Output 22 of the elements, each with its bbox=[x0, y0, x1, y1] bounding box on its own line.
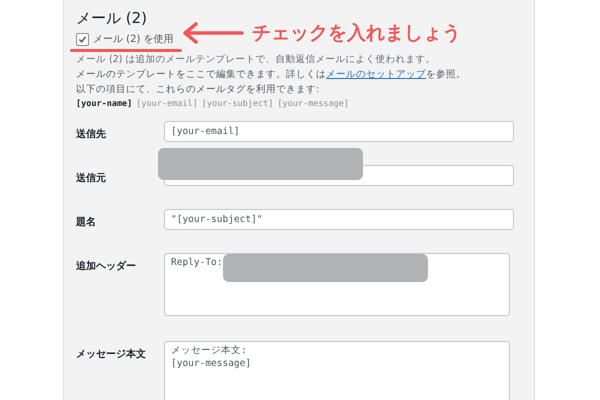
mail-tag: [your-subject] bbox=[202, 99, 274, 109]
arrow-icon bbox=[182, 22, 244, 44]
setup-link[interactable]: メールのセットアップ bbox=[326, 67, 426, 82]
field-label: メッセージ本文 bbox=[76, 348, 147, 361]
field-label: 送信先 bbox=[76, 128, 107, 141]
mail-tag: [your-message] bbox=[277, 99, 350, 109]
help-text: を参照。 bbox=[426, 68, 466, 82]
checkbox-label: メール (2) を使用 bbox=[93, 33, 174, 47]
description-text: メール (2) は追加のメールテンプレートで、自動返信メールによく使われます。 bbox=[76, 53, 436, 67]
mail-tag: [your-name] bbox=[76, 99, 132, 109]
mail-tag: [your-email] bbox=[136, 99, 198, 109]
tags-intro-text: 以下の項目にて、これらのメールタグを利用できます: bbox=[76, 83, 320, 97]
help-text: メールのテンプレートをここで編集できます。詳しくは bbox=[76, 68, 326, 82]
use-checkbox[interactable] bbox=[76, 33, 89, 46]
section-title: メール (2) bbox=[76, 8, 148, 28]
textarea-field[interactable]: メッセージ本文: [your-message] bbox=[164, 341, 510, 400]
input-field[interactable]: [your-email] bbox=[164, 121, 514, 142]
field-label: 送信元 bbox=[76, 172, 107, 185]
annotation-text: チェックを入れましょう bbox=[252, 21, 461, 46]
field-label: 追加ヘッダー bbox=[76, 260, 137, 273]
field-label: 題名 bbox=[76, 216, 97, 229]
input-field[interactable]: "[your-subject]" bbox=[164, 209, 514, 230]
